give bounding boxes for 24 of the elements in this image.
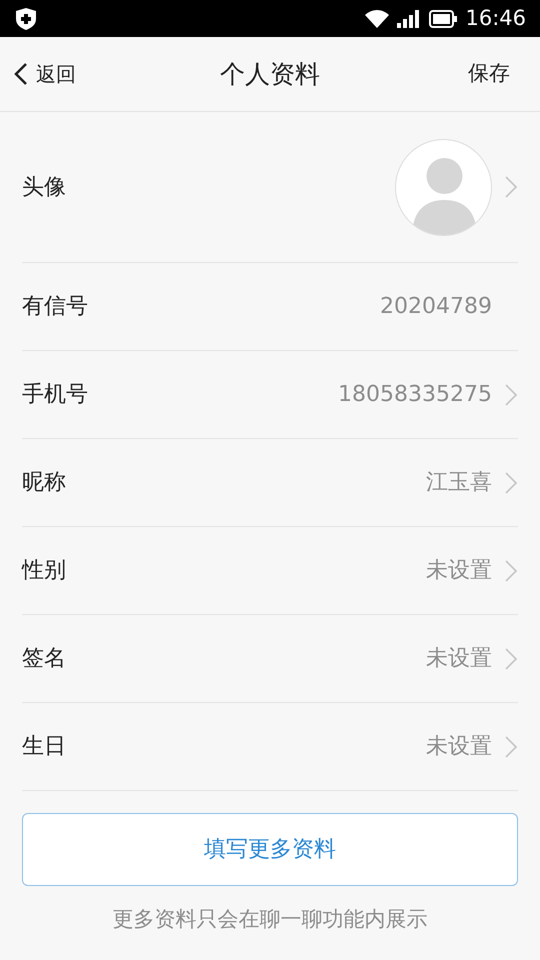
row-value: 江玉喜 <box>426 469 492 497</box>
page-title: 个人资料 <box>220 58 320 90</box>
row-value: 20204789 <box>380 293 492 321</box>
status-time: 16:46 <box>465 4 526 32</box>
back-chevron-icon <box>14 62 28 86</box>
row-value: 18058335275 <box>338 381 492 409</box>
battery-icon <box>429 10 458 28</box>
signal-icon <box>397 10 422 28</box>
shield-icon <box>16 8 36 30</box>
row-label: 有信号 <box>22 293 88 321</box>
row-label: 生日 <box>22 733 66 761</box>
row-label: 性别 <box>22 557 66 585</box>
save-button[interactable]: 保存 <box>468 58 526 90</box>
row-value: 未设置 <box>426 733 492 761</box>
row-value: 未设置 <box>426 645 492 673</box>
back-button[interactable]: 返回 <box>14 59 76 89</box>
row-label: 头像 <box>22 174 66 202</box>
row-label: 昵称 <box>22 469 66 497</box>
wifi-icon <box>365 10 390 28</box>
row-label: 手机号 <box>22 381 88 409</box>
fill-more-button[interactable]: 填写更多资料 <box>22 813 518 886</box>
row-label: 签名 <box>22 645 66 673</box>
footnote-text: 更多资料只会在聊一聊功能内展示 <box>112 906 428 933</box>
row-value: 未设置 <box>426 557 492 585</box>
